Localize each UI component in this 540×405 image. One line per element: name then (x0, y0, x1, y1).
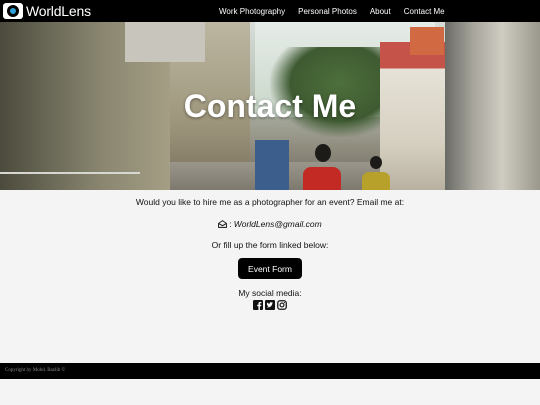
twitter-icon[interactable] (265, 300, 275, 310)
hero-roof (410, 27, 444, 55)
hero-balcony-rail (0, 172, 140, 182)
nav-work-photography[interactable]: Work Photography (219, 7, 285, 16)
copyright-text: Copyright by Mohd. Bazlib © (5, 368, 66, 373)
email-prefix: : (229, 219, 232, 229)
event-form-button[interactable]: Event Form (238, 258, 302, 279)
page-title: Contact Me (183, 88, 357, 124)
instagram-icon[interactable] (277, 300, 287, 310)
email-address[interactable]: WorldLens@gmail.com (234, 219, 322, 229)
hero-person-red-shirt (303, 167, 341, 190)
nav-about[interactable]: About (370, 7, 391, 16)
hero-person-yellow-shirt (362, 172, 390, 190)
nav-personal-photos[interactable]: Personal Photos (298, 7, 357, 16)
brand-link[interactable]: WorldLens (3, 3, 91, 19)
intro-text: Would you like to hire me as a photograp… (135, 197, 405, 207)
email-row: : WorldLens@gmail.com (0, 219, 540, 229)
nav-menu: Work Photography Personal Photos About C… (219, 0, 445, 22)
social-icons (253, 300, 287, 310)
hero-banner: Contact Me (0, 22, 540, 190)
hero-person-head (370, 156, 382, 169)
footer: Copyright by Mohd. Bazlib © (0, 363, 540, 379)
form-prompt-text: Or fill up the form linked below: (211, 240, 329, 250)
facebook-icon[interactable] (253, 300, 263, 310)
envelope-icon (218, 220, 228, 228)
navbar: WorldLens Work Photography Personal Phot… (0, 0, 540, 22)
nav-contact-me[interactable]: Contact Me (404, 7, 445, 16)
brand-name: WorldLens (26, 3, 91, 19)
camera-icon (3, 3, 23, 19)
social-media-label: My social media: (238, 288, 302, 298)
hero-person-head (315, 144, 331, 162)
hero-air-conditioner (125, 22, 205, 62)
hero-shopfront (255, 140, 289, 190)
